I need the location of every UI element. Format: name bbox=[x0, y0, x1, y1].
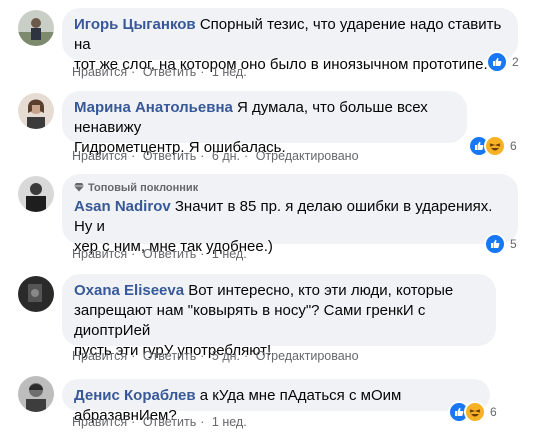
timestamp[interactable]: 1 нед. bbox=[212, 65, 247, 79]
like-link[interactable]: Нравится bbox=[72, 349, 127, 363]
reply-link[interactable]: Ответить bbox=[143, 65, 196, 79]
reactions[interactable]: 5 bbox=[482, 233, 519, 255]
top-fan-badge: Топовый поклонник bbox=[74, 181, 506, 195]
comment-actions: Нравится · Ответить · 1 нед. bbox=[72, 65, 247, 79]
reaction-count: 5 bbox=[510, 237, 517, 251]
comment-author[interactable]: Asan Nadirov bbox=[74, 198, 171, 215]
like-link[interactable]: Нравится bbox=[72, 247, 127, 261]
badge-label: Топовый поклонник bbox=[88, 182, 199, 194]
comment-bubble: Марина Анатольевна Я думала, что больше … bbox=[62, 91, 467, 156]
comment-text: Вот интересно, кто эти люди, которые bbox=[188, 282, 454, 299]
comment-author[interactable]: Денис Кораблев bbox=[74, 387, 196, 404]
reaction-count: 6 bbox=[510, 139, 517, 153]
timestamp[interactable]: 1 нед. bbox=[212, 247, 247, 261]
comment-actions: Нравится · Ответить · 1 нед. bbox=[72, 415, 247, 429]
reply-link[interactable]: Ответить bbox=[143, 349, 196, 363]
comment-text: запрещают нам "ковырять в носу"? Сами гр… bbox=[74, 302, 426, 339]
edited-label[interactable]: Отредактировано bbox=[256, 349, 359, 363]
haha-icon bbox=[484, 135, 506, 157]
like-icon bbox=[484, 233, 506, 255]
avatar[interactable] bbox=[18, 10, 54, 46]
comment-bubble: Игорь Цыганков Спорный тезис, что ударен… bbox=[62, 8, 518, 73]
comment-bubble: Денис Кораблев а кУда мне пАдаться с мОи… bbox=[62, 379, 490, 424]
comment-actions: Нравится · Ответить · 1 нед. bbox=[72, 247, 247, 261]
avatar[interactable] bbox=[18, 276, 54, 312]
comment-author[interactable]: Марина Анатольевна bbox=[74, 99, 233, 116]
timestamp[interactable]: 6 дн. bbox=[212, 149, 240, 163]
reactions[interactable]: 6 bbox=[446, 401, 499, 423]
like-link[interactable]: Нравится bbox=[72, 149, 127, 163]
avatar[interactable] bbox=[18, 176, 54, 212]
like-icon bbox=[486, 51, 508, 73]
reply-link[interactable]: Ответить bbox=[143, 149, 196, 163]
timestamp[interactable]: 5 дн. bbox=[212, 349, 240, 363]
edited-label[interactable]: Отредактировано bbox=[256, 149, 359, 163]
timestamp[interactable]: 1 нед. bbox=[212, 415, 247, 429]
reaction-count: 2 bbox=[512, 55, 519, 69]
reactions[interactable]: 6 bbox=[466, 135, 519, 157]
haha-icon bbox=[464, 401, 486, 423]
reactions[interactable]: 2 bbox=[484, 51, 521, 73]
comment-author[interactable]: Oxana Eliseeva bbox=[74, 282, 184, 299]
reply-link[interactable]: Ответить bbox=[143, 247, 196, 261]
comment-bubble: Топовый поклонник Asan Nadirov Значит в … bbox=[62, 174, 518, 255]
reaction-count: 6 bbox=[490, 405, 497, 419]
comment-author[interactable]: Игорь Цыганков bbox=[74, 16, 196, 33]
comment-actions: Нравится · Ответить · 6 дн. · Отредактирова… bbox=[72, 149, 359, 163]
diamond-icon bbox=[74, 183, 84, 192]
like-link[interactable]: Нравится bbox=[72, 65, 127, 79]
comment-actions: Нравится · Ответить · 5 дн. · Отредактирова… bbox=[72, 349, 359, 363]
reply-link[interactable]: Ответить bbox=[143, 415, 196, 429]
comment-bubble: Oxana Eliseeva Вот интересно, кто эти лю… bbox=[62, 274, 496, 359]
like-link[interactable]: Нравится bbox=[72, 415, 127, 429]
avatar[interactable] bbox=[18, 93, 54, 129]
avatar[interactable] bbox=[18, 376, 54, 412]
